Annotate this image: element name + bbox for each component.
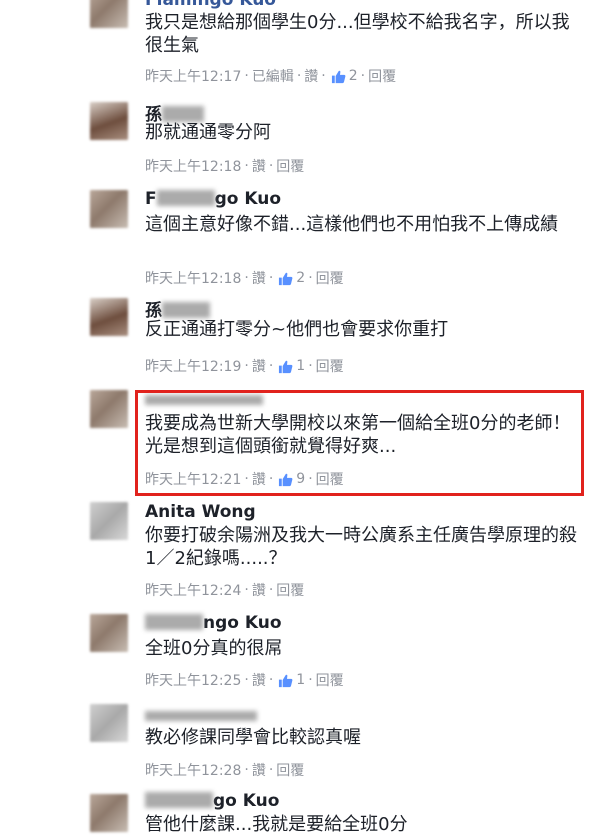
comment-meta: 昨天上午12:18 · 讚 · 回覆 [145, 156, 304, 176]
like-link[interactable]: 讚 [252, 268, 266, 288]
like-count[interactable]: 2 [349, 68, 358, 84]
like-link[interactable]: 讚 [252, 580, 266, 600]
comment-meta: 昨天上午12:17 · 已編輯 · 讚 · 2 · 回覆 [145, 66, 396, 86]
avatar[interactable] [90, 390, 128, 428]
comment-thread: Flamingo Kuo 我只是想給那個學生0分...但學校不給我名字，所以我很… [0, 0, 600, 835]
like-link[interactable]: 讚 [304, 66, 318, 86]
commenter-name[interactable]: Fgo Kuo [145, 189, 281, 209]
redacted-name [162, 302, 210, 318]
separator: · [244, 358, 249, 374]
comment-meta: 昨天上午12:18 · 讚 · 2 · 回覆 [145, 268, 344, 288]
redacted-name [145, 614, 203, 630]
commenter-name[interactable]: Flamingo Kuo [145, 0, 276, 10]
like-link[interactable]: 讚 [252, 156, 266, 176]
like-link[interactable]: 讚 [252, 356, 266, 376]
comment-text: 那就通通零分阿 [145, 122, 271, 143]
like-count[interactable]: 2 [296, 270, 305, 286]
separator: · [268, 672, 274, 688]
separator: · [268, 582, 274, 598]
avatar[interactable] [90, 298, 128, 336]
timestamp[interactable]: 昨天上午12:28 [145, 760, 241, 780]
timestamp[interactable]: 昨天上午12:24 [145, 580, 241, 600]
comment-meta: 昨天上午12:24 · 讚 · 回覆 [145, 580, 304, 600]
redacted-name [156, 190, 215, 206]
like-count[interactable]: 1 [296, 358, 305, 374]
comment-text: 反正通通打零分~他們也會要求你重打 [145, 319, 449, 340]
reply-link[interactable]: 回覆 [276, 760, 304, 780]
highlight-box [135, 390, 584, 496]
comment-text: 你要打破余陽洲及我大一時公廣系主任廣告學原理的殺1／2紀錄嗎.....？ [145, 525, 577, 569]
reply-link[interactable]: 回覆 [316, 670, 344, 690]
commenter-name[interactable]: ngo Kuo [145, 613, 282, 633]
separator: · [360, 68, 366, 84]
reply-link[interactable]: 回覆 [276, 580, 304, 600]
separator: · [244, 158, 249, 174]
thumbs-up-icon [278, 673, 293, 688]
avatar[interactable] [90, 102, 128, 140]
reply-link[interactable]: 回覆 [368, 66, 396, 86]
reply-link[interactable]: 回覆 [316, 356, 344, 376]
thumbs-up-icon [278, 359, 293, 374]
reply-link[interactable]: 回覆 [316, 268, 344, 288]
commenter-name[interactable]: Anita Wong [145, 502, 256, 522]
comment-text: 管他什麼課...我就是要給全班0分 [145, 814, 408, 835]
separator: · [296, 68, 302, 84]
avatar[interactable] [90, 614, 128, 652]
avatar[interactable] [90, 794, 128, 832]
separator: · [268, 158, 274, 174]
separator: · [244, 672, 249, 688]
like-count[interactable]: 1 [296, 672, 305, 688]
avatar[interactable] [90, 190, 128, 228]
thumbs-up-icon [278, 271, 293, 286]
like-link[interactable]: 讚 [252, 670, 266, 690]
timestamp[interactable]: 昨天上午12:17 [145, 66, 241, 86]
separator: · [244, 68, 249, 84]
reply-link[interactable]: 回覆 [276, 156, 304, 176]
separator: · [308, 270, 313, 286]
comment-meta: 昨天上午12:25 · 讚 · 1 · 回覆 [145, 670, 344, 690]
separator: · [244, 582, 249, 598]
separator: · [321, 68, 326, 84]
timestamp[interactable]: 昨天上午12:25 [145, 670, 241, 690]
comment-text: 這個主意好像不錯...這樣他們也不用怕我不上傳成績 [145, 214, 559, 235]
separator: · [308, 672, 313, 688]
avatar[interactable] [90, 0, 128, 28]
separator: · [268, 270, 274, 286]
comment-meta: 昨天上午12:19 · 讚 · 1 · 回覆 [145, 356, 344, 376]
redacted-name [145, 792, 213, 808]
commenter-name[interactable] [145, 704, 257, 724]
separator: · [268, 762, 274, 778]
commenter-name[interactable]: go Kuo [145, 791, 279, 811]
separator: · [244, 270, 249, 286]
timestamp[interactable]: 昨天上午12:19 [145, 356, 241, 376]
avatar[interactable] [90, 704, 128, 742]
comment-text: 教必修課同學會比較認真喔 [145, 727, 361, 748]
timestamp[interactable]: 昨天上午12:18 [145, 156, 241, 176]
separator: · [244, 762, 249, 778]
redacted-name [162, 106, 204, 122]
timestamp[interactable]: 昨天上午12:18 [145, 268, 241, 288]
edited-link[interactable]: 已編輯 [252, 66, 294, 86]
thumbs-up-icon [331, 69, 346, 84]
avatar[interactable] [90, 502, 128, 540]
separator: · [308, 358, 313, 374]
comment-text: 全班0分真的很屌 [145, 638, 283, 659]
separator: · [268, 358, 274, 374]
redacted-name [145, 711, 257, 721]
comment-text: 我只是想給那個學生0分...但學校不給我名字，所以我很生氣 [145, 12, 570, 56]
comment-meta: 昨天上午12:28 · 讚 · 回覆 [145, 760, 304, 780]
like-link[interactable]: 讚 [252, 760, 266, 780]
